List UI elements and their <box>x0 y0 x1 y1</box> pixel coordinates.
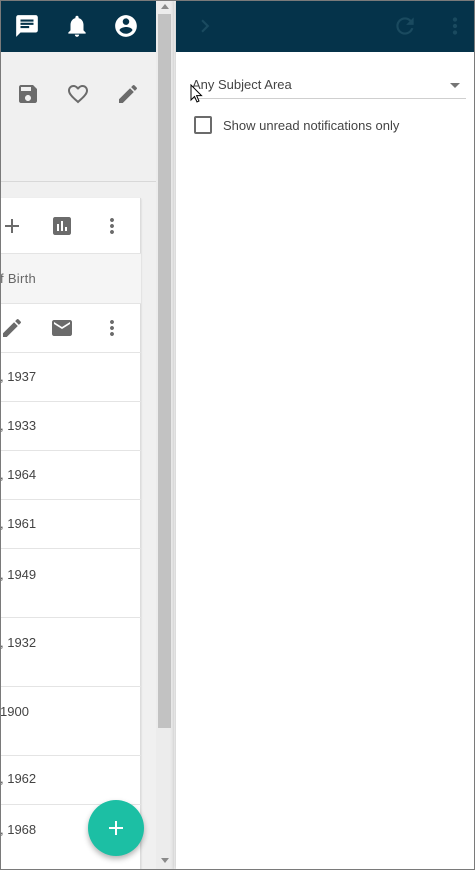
date-of-birth-cell: , 1964 <box>0 467 37 482</box>
table-row[interactable]: , 1962 <box>0 756 141 805</box>
account-circle-icon[interactable] <box>113 13 139 39</box>
unread-only-label: Show unread notifications only <box>223 118 400 133</box>
date-of-birth-cell: , 1962 <box>0 771 37 786</box>
unread-only-checkbox[interactable] <box>194 116 212 134</box>
date-of-birth-cell: 1900 <box>0 704 29 719</box>
background-app: f Birth , 1937 , 1933 , 1964 , 1961 , 19… <box>0 0 158 870</box>
table-row[interactable]: , 1933 <box>0 402 141 451</box>
date-of-birth-cell: , 1933 <box>0 418 37 433</box>
mouse-cursor-icon <box>190 84 203 103</box>
more-vert-icon[interactable] <box>100 316 124 340</box>
table-row[interactable]: , 1964 <box>0 451 141 500</box>
notifications-panel: Any Subject Area Show unread notificatio… <box>176 0 475 870</box>
date-of-birth-cell: , 1949 <box>0 567 37 582</box>
card-header <box>0 198 141 254</box>
date-of-birth-cell: , 1937 <box>0 369 37 384</box>
pencil-icon[interactable] <box>0 316 24 340</box>
app-top-bar <box>0 0 158 52</box>
bar-chart-icon[interactable] <box>50 214 74 238</box>
more-vert-icon[interactable] <box>442 13 468 39</box>
date-of-birth-cell: , 1968 <box>0 822 37 837</box>
table-row[interactable]: 1900 <box>0 687 141 756</box>
scroll-up-arrow[interactable] <box>156 0 174 14</box>
date-of-birth-cell: , 1961 <box>0 516 37 531</box>
plus-icon[interactable] <box>0 214 24 238</box>
pencil-icon[interactable] <box>116 82 140 106</box>
plus-icon <box>109 821 123 835</box>
table-row[interactable]: , 1961 <box>0 500 141 549</box>
email-icon[interactable] <box>50 316 74 340</box>
more-vert-icon[interactable] <box>100 214 124 238</box>
scrollbar-thumb[interactable] <box>158 14 171 728</box>
table-row[interactable]: , 1932 <box>0 618 141 687</box>
row-actions <box>0 304 141 353</box>
add-record-fab[interactable] <box>88 800 144 856</box>
subject-area-value: Any Subject Area <box>192 77 292 92</box>
table-row[interactable]: , 1937 <box>0 353 141 402</box>
column-header-date-of-birth[interactable]: f Birth <box>0 254 141 304</box>
bell-icon[interactable] <box>64 13 90 39</box>
unread-only-option[interactable]: Show unread notifications only <box>194 115 464 135</box>
column-header-label: f Birth <box>0 271 37 286</box>
dropdown-arrow-icon[interactable] <box>450 83 460 88</box>
table-row[interactable]: , 1949 <box>0 549 141 618</box>
panel-header <box>176 0 475 52</box>
record-toolbar <box>0 52 158 182</box>
vertical-scrollbar[interactable] <box>156 0 174 870</box>
refresh-icon[interactable] <box>392 13 418 39</box>
scroll-down-arrow[interactable] <box>156 854 174 868</box>
date-of-birth-cell: , 1932 <box>0 635 37 650</box>
records-card: f Birth , 1937 , 1933 , 1964 , 1961 , 19… <box>0 198 141 870</box>
chat-icon[interactable] <box>14 13 40 39</box>
save-icon[interactable] <box>16 82 40 106</box>
heart-outline-icon[interactable] <box>66 82 90 106</box>
subject-area-select[interactable]: Any Subject Area <box>192 70 466 99</box>
chevron-right-icon[interactable] <box>192 13 218 39</box>
